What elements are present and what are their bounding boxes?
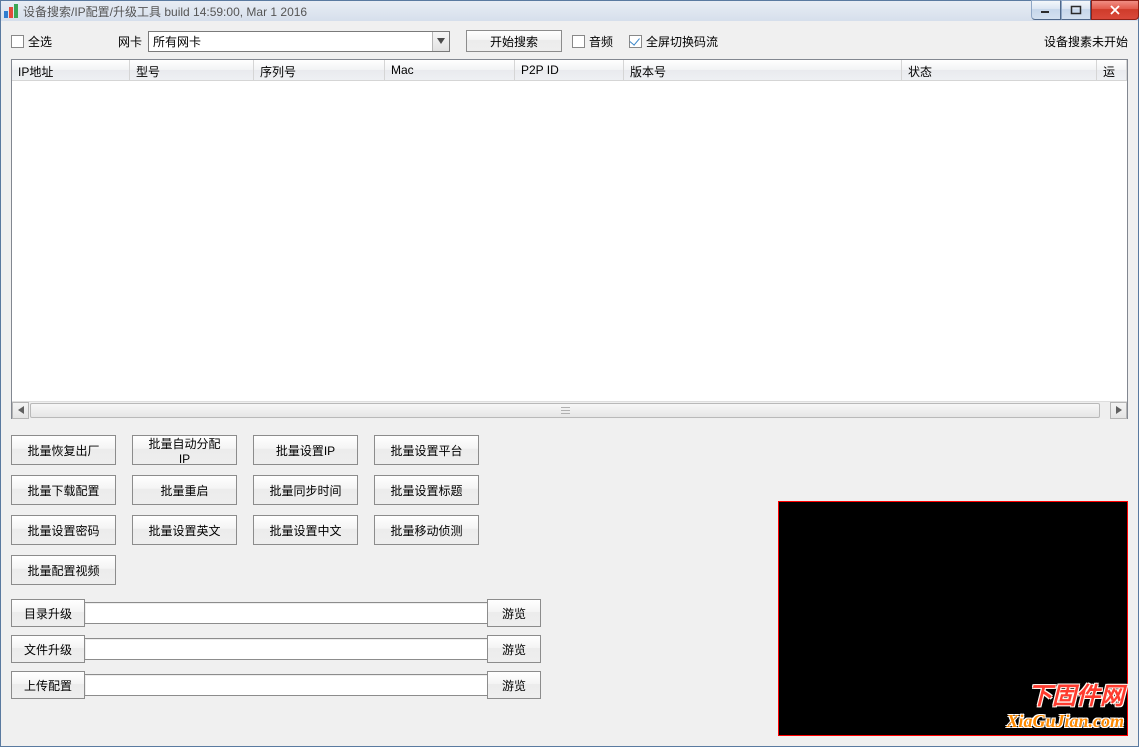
- bulk-set-english-button[interactable]: 批量设置英文: [132, 515, 237, 545]
- bulk-config-video-button[interactable]: 批量配置视频: [11, 555, 116, 585]
- app-window: 设备搜索/IP配置/升级工具 build 14:59:00, Mar 1 201…: [0, 0, 1139, 747]
- column-header[interactable]: P2P ID: [515, 60, 624, 80]
- upload-config-button[interactable]: 上传配置: [11, 671, 85, 699]
- bulk-reboot-button[interactable]: 批量重启: [132, 475, 237, 505]
- scroll-left-button[interactable]: [12, 402, 29, 419]
- dir-upgrade-input[interactable]: [85, 602, 487, 624]
- device-table: IP地址型号序列号MacP2P ID版本号状态运: [11, 59, 1128, 419]
- titlebar: 设备搜索/IP配置/升级工具 build 14:59:00, Mar 1 201…: [1, 1, 1138, 21]
- scroll-track[interactable]: [29, 402, 1110, 419]
- fullstream-checkbox[interactable]: [629, 35, 642, 48]
- upload-config-input[interactable]: [85, 674, 487, 696]
- toolbar: 全选 网卡 所有网卡 开始搜索 音频 全屏切换码流 设备搜素未开始: [11, 29, 1128, 53]
- file-browse-button[interactable]: 游览: [487, 635, 541, 663]
- file-upgrade-button[interactable]: 文件升级: [11, 635, 85, 663]
- app-icon: [3, 3, 19, 19]
- bulk-actions-panel: 批量恢复出厂 批量自动分配IP 批量设置IP 批量设置平台 批量下载配置 批量重…: [11, 435, 541, 707]
- chevron-down-icon: [432, 32, 449, 51]
- bulk-download-config-button[interactable]: 批量下载配置: [11, 475, 116, 505]
- nic-value: 所有网卡: [153, 33, 432, 50]
- content-area: 全选 网卡 所有网卡 开始搜索 音频 全屏切换码流 设备搜素未开始 IP地址型号…: [1, 21, 1138, 746]
- status-text: 设备搜素未开始: [1044, 33, 1128, 50]
- table-header: IP地址型号序列号MacP2P ID版本号状态运: [12, 60, 1127, 81]
- horizontal-scrollbar[interactable]: [12, 401, 1127, 418]
- minimize-button[interactable]: [1031, 0, 1061, 20]
- select-all-checkbox[interactable]: [11, 35, 24, 48]
- bulk-button-grid: 批量恢复出厂 批量自动分配IP 批量设置IP 批量设置平台 批量下载配置 批量重…: [11, 435, 541, 585]
- bulk-motion-detect-button[interactable]: 批量移动侦测: [374, 515, 479, 545]
- select-all-label: 全选: [28, 33, 52, 50]
- fullstream-label: 全屏切换码流: [646, 33, 718, 50]
- bulk-set-platform-button[interactable]: 批量设置平台: [374, 435, 479, 465]
- bulk-sync-time-button[interactable]: 批量同步时间: [253, 475, 358, 505]
- nic-label: 网卡: [118, 33, 142, 50]
- file-upgrade-input[interactable]: [85, 638, 487, 660]
- search-button[interactable]: 开始搜索: [466, 30, 562, 52]
- nic-combobox[interactable]: 所有网卡: [148, 31, 450, 52]
- column-header[interactable]: 运: [1097, 60, 1127, 80]
- bulk-auto-ip-button[interactable]: 批量自动分配IP: [132, 435, 237, 465]
- upgrade-panel: 目录升级 游览 文件升级 游览 上传配置 游览: [11, 599, 541, 699]
- table-body[interactable]: [12, 81, 1127, 401]
- column-header[interactable]: 状态: [902, 60, 1097, 80]
- video-preview: [778, 501, 1128, 736]
- dir-upgrade-button[interactable]: 目录升级: [11, 599, 85, 627]
- close-button[interactable]: [1091, 0, 1139, 20]
- column-header[interactable]: IP地址: [12, 60, 130, 80]
- scroll-right-button[interactable]: [1110, 402, 1127, 419]
- upload-browse-button[interactable]: 游览: [487, 671, 541, 699]
- bulk-set-chinese-button[interactable]: 批量设置中文: [253, 515, 358, 545]
- audio-checkbox[interactable]: [572, 35, 585, 48]
- window-controls: [1031, 0, 1139, 20]
- bulk-set-ip-button[interactable]: 批量设置IP: [253, 435, 358, 465]
- bulk-factory-reset-button[interactable]: 批量恢复出厂: [11, 435, 116, 465]
- column-header[interactable]: Mac: [385, 60, 515, 80]
- audio-label: 音频: [589, 33, 613, 50]
- column-header[interactable]: 版本号: [624, 60, 902, 80]
- scroll-thumb[interactable]: [30, 403, 1100, 418]
- bulk-set-title-button[interactable]: 批量设置标题: [374, 475, 479, 505]
- titlebar-text: 设备搜索/IP配置/升级工具 build 14:59:00, Mar 1 201…: [23, 3, 1136, 20]
- bulk-set-password-button[interactable]: 批量设置密码: [11, 515, 116, 545]
- column-header[interactable]: 型号: [130, 60, 254, 80]
- column-header[interactable]: 序列号: [254, 60, 385, 80]
- dir-browse-button[interactable]: 游览: [487, 599, 541, 627]
- maximize-button[interactable]: [1061, 0, 1091, 20]
